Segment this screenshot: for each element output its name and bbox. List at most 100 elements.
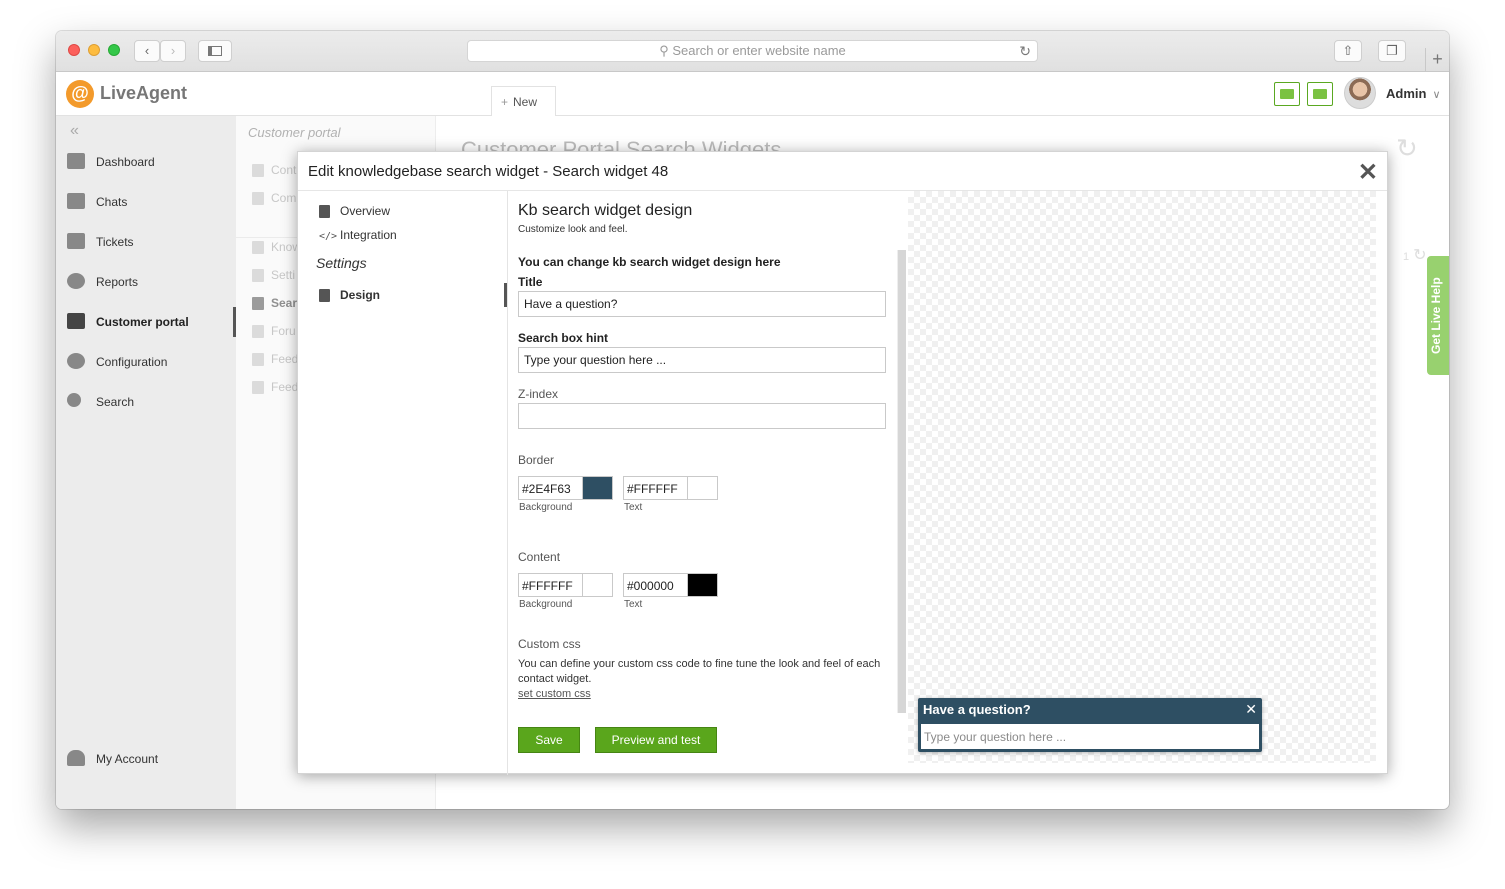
close-icon[interactable]: ✕	[1245, 701, 1257, 718]
forward-button[interactable]: ›	[160, 40, 186, 62]
sidebar-item-customer-portal[interactable]: Customer portal	[56, 303, 236, 343]
book-icon	[319, 205, 330, 219]
form-intro: You can change kb search widget design h…	[518, 255, 781, 269]
title-label: Title	[518, 275, 543, 289]
form-subheading: Customize look and feel.	[518, 224, 628, 235]
custom-css-label: Custom css	[518, 637, 581, 651]
nav-label: Overview	[340, 204, 391, 218]
text-caption: Text	[624, 599, 643, 610]
zindex-label: Z-index	[518, 387, 559, 401]
zindex-input[interactable]	[518, 403, 886, 429]
nav-overview[interactable]: Overview	[319, 204, 391, 219]
content-label: Content	[518, 550, 561, 564]
nav-label: Design	[340, 288, 381, 302]
reload-icon[interactable]: ↻	[1019, 41, 1031, 61]
sidebar-item-dashboard[interactable]: Dashboard	[56, 143, 236, 183]
dashboard-icon	[67, 153, 85, 169]
app-name: LiveAgent	[100, 83, 188, 103]
search-hint-input[interactable]	[518, 347, 886, 373]
active-nav-marker	[504, 283, 507, 307]
color-hex: #FFFFFF	[522, 579, 573, 593]
app-header: @ LiveAgent + New Admin ∨	[56, 72, 1449, 116]
browser-window: ‹ › ⚲ Search or enter website name ↻ ⇧ ❐…	[56, 31, 1449, 809]
email-icon[interactable]	[1274, 82, 1300, 106]
design-form: Kb search widget design Customize look a…	[518, 191, 894, 775]
close-window-button[interactable]	[68, 44, 80, 56]
color-swatch[interactable]	[582, 477, 612, 499]
envelope-icon	[67, 233, 85, 249]
new-button[interactable]: + New	[491, 86, 556, 116]
chat-bubble-icon[interactable]	[1307, 82, 1333, 106]
pie-chart-icon	[67, 273, 85, 289]
preview-and-test-button[interactable]: Preview and test	[595, 727, 717, 753]
sidebar-item-label: My Account	[96, 752, 159, 766]
sidebar-item-label: Reports	[96, 275, 139, 289]
minimize-window-button[interactable]	[88, 44, 100, 56]
widget-title: Have a question?	[923, 702, 1031, 717]
user-icon	[67, 750, 85, 766]
sidebar-item-label: Dashboard	[96, 155, 155, 169]
address-bar[interactable]: ⚲ Search or enter website name ↻	[467, 40, 1038, 62]
close-icon[interactable]: ✕	[1358, 158, 1378, 187]
sidebar: « Dashboard Chats Tickets Reports Custom…	[56, 116, 236, 809]
color-swatch[interactable]	[582, 574, 612, 596]
collapse-sidebar-icon[interactable]: «	[70, 122, 79, 140]
text-caption: Text	[624, 502, 643, 513]
back-button[interactable]: ‹	[134, 40, 160, 62]
color-hex: #000000	[627, 579, 674, 593]
widget-preview-area: Have a question? ✕ Type your question he…	[908, 191, 1376, 763]
nav-design[interactable]: Design	[319, 288, 381, 303]
sidebar-item-label: Tickets	[96, 235, 134, 249]
sidebar-item-label: Search	[96, 395, 135, 409]
chat-icon	[67, 193, 85, 209]
sidebar-toggle-button[interactable]	[198, 40, 232, 62]
widget-search-hint: Type your question here ...	[924, 730, 1067, 744]
color-swatch[interactable]	[687, 574, 717, 596]
color-swatch[interactable]	[687, 477, 717, 499]
plus-icon: +	[501, 95, 509, 109]
nav-settings-heading: Settings	[316, 255, 367, 271]
form-scrollbar[interactable]	[897, 250, 906, 713]
border-label: Border	[518, 453, 555, 467]
sidebar-item-chats[interactable]: Chats	[56, 183, 236, 223]
sidebar-item-search[interactable]: Search	[56, 383, 236, 423]
tabs-button[interactable]: ❐	[1378, 40, 1406, 62]
nav-integration[interactable]: </> Integration	[319, 228, 397, 242]
design-icon	[319, 289, 330, 303]
border-background-color-input[interactable]: #2E4F63	[518, 476, 613, 500]
address-placeholder: Search or enter website name	[672, 43, 846, 58]
portal-icon	[67, 313, 85, 329]
gear-icon	[67, 353, 85, 369]
form-heading: Kb search widget design	[518, 202, 693, 219]
search-widget-preview: Have a question? ✕ Type your question he…	[918, 698, 1262, 752]
sidebar-item-configuration[interactable]: Configuration	[56, 343, 236, 383]
dialog-nav: Overview </> Integration Settings Design	[298, 191, 508, 775]
search-icon	[67, 393, 81, 407]
sidebar-item-tickets[interactable]: Tickets	[56, 223, 236, 263]
sidebar-item-label: Chats	[96, 195, 128, 209]
content-background-color-input[interactable]: #FFFFFF	[518, 573, 613, 597]
share-button[interactable]: ⇧	[1334, 40, 1362, 62]
sidebar-item-reports[interactable]: Reports	[56, 263, 236, 303]
user-menu[interactable]: Admin ∨	[1386, 86, 1441, 101]
save-button[interactable]: Save	[518, 727, 580, 753]
chevron-down-icon: ∨	[1432, 89, 1441, 101]
widget-search-input[interactable]: Type your question here ...	[920, 723, 1260, 750]
title-input[interactable]	[518, 291, 886, 317]
content-text-color-input[interactable]: #000000	[623, 573, 718, 597]
border-text-color-input[interactable]: #FFFFFF	[623, 476, 718, 500]
share-icon: ⇧	[1342, 43, 1354, 58]
color-hex: #FFFFFF	[627, 482, 678, 496]
dialog-title: Edit knowledgebase search widget - Searc…	[308, 163, 669, 180]
avatar[interactable]	[1344, 77, 1376, 109]
search-hint-label: Search box hint	[518, 331, 609, 345]
custom-css-note: You can define your custom css code to f…	[518, 658, 881, 685]
nav-label: Integration	[340, 228, 397, 242]
set-custom-css-link[interactable]: set custom css	[518, 688, 591, 700]
tabs-icon: ❐	[1386, 43, 1398, 58]
background-caption: Background	[519, 502, 573, 513]
color-hex: #2E4F63	[522, 482, 571, 496]
new-tab-button[interactable]: +	[1425, 48, 1449, 72]
zoom-window-button[interactable]	[108, 44, 120, 56]
sidebar-item-my-account[interactable]: My Account	[56, 740, 236, 780]
